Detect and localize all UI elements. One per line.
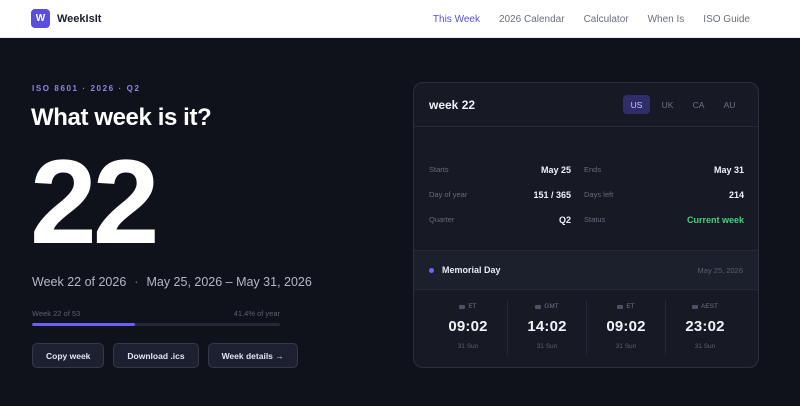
status-badge: Current week (686, 214, 744, 225)
progress-week-label: Week 22 of 53 (32, 309, 81, 318)
stat-label: Ends (584, 165, 602, 174)
region-tabs: US UK CA AU (623, 95, 743, 114)
week-subtitle: Week 22 of 2026 · May 25, 2026 – May 31,… (32, 275, 312, 289)
timezone-time: 09:02 (606, 318, 646, 335)
tab-us[interactable]: US (623, 95, 650, 114)
flag-icon (692, 304, 698, 309)
main-nav: This Week 2026 Calendar Calculator When … (433, 0, 750, 38)
brand-name: WeekIsIt (57, 12, 102, 25)
timezone-item: ET 09:02 31 Sun (429, 300, 508, 355)
stat-label: Status (584, 215, 606, 224)
year-progress-fill (32, 323, 135, 326)
timezone-day: 31 Sun (615, 343, 637, 350)
timezone-label: ET (617, 303, 635, 310)
tab-ca[interactable]: CA (685, 95, 712, 114)
stat-value: May 25 (540, 164, 571, 175)
nav-calculator[interactable]: Calculator (584, 14, 629, 25)
card-title: week 22 (429, 97, 476, 112)
stat-label: Days left (584, 190, 614, 199)
timezone-day: 31 Sun (457, 343, 479, 350)
flag-icon (459, 304, 466, 309)
top-nav-bar: W WeekIsIt This Week 2026 Calendar Calcu… (0, 0, 800, 38)
year-progress-meta: Week 22 of 53 41.4% of year (32, 309, 280, 318)
week-card: week 22 US UK CA AU Starts May 25 Ends M… (413, 82, 759, 368)
week-number: 22 (30, 135, 159, 269)
week-details-button[interactable]: Week details → (207, 343, 298, 368)
nav-2026-calendar[interactable]: 2026 Calendar (499, 14, 565, 25)
progress-percent-label: 41.4% of year (233, 309, 280, 318)
stat-label: Starts (429, 165, 449, 174)
holiday-date: May 25, 2026 (697, 265, 743, 275)
timezone-day: 31 Sun (694, 343, 716, 350)
action-buttons: Copy week Download .ics Week details → (32, 343, 298, 368)
holiday-dot-icon (429, 267, 434, 273)
stat-value: 151 / 365 (533, 189, 571, 200)
stat-day-of-year: Day of year 151 / 365 (429, 182, 584, 207)
stat-quarter: Quarter Q2 (429, 207, 584, 232)
timezone-row: ET 09:02 31 Sun GMT 14:02 31 Sun ET 09:0… (429, 300, 744, 355)
download-ics-button[interactable]: Download .ics (113, 343, 199, 368)
timezone-day: 31 Sun (536, 343, 558, 350)
stat-label: Day of year (429, 190, 468, 199)
stat-status: Status Current week (584, 207, 744, 232)
year-progress-bar (32, 323, 280, 326)
timezone-time: 23:02 (685, 318, 725, 335)
brand-link[interactable]: W WeekIsIt (31, 9, 101, 28)
eyebrow-label: ISO 8601 · 2026 · Q2 (32, 84, 141, 93)
nav-this-week[interactable]: This Week (433, 14, 480, 25)
week-of-year-text: Week 22 of 2026 (32, 275, 127, 289)
week-date-range: May 25, 2026 – May 31, 2026 (146, 275, 312, 289)
page-title: What week is it? (31, 104, 212, 131)
timezone-label: AEST (692, 303, 718, 310)
timezone-label: ET (459, 303, 477, 310)
tab-au[interactable]: AU (716, 95, 743, 114)
nav-when-is[interactable]: When Is (648, 14, 685, 25)
card-header: week 22 US UK CA AU (414, 83, 758, 127)
timezone-item: AEST 23:02 31 Sun (666, 300, 744, 355)
holiday-row: Memorial Day May 25, 2026 (414, 250, 758, 290)
nav-iso-guide[interactable]: ISO Guide (703, 14, 750, 25)
timezone-item: GMT 14:02 31 Sun (508, 300, 587, 355)
timezone-code: AEST (701, 303, 718, 310)
stat-ends: Ends May 31 (584, 157, 744, 182)
stat-value: 214 (728, 189, 744, 200)
tab-uk[interactable]: UK (654, 95, 681, 114)
timezone-time: 14:02 (527, 318, 567, 335)
flag-icon (617, 304, 624, 309)
timezone-code: GMT (544, 303, 559, 310)
stat-value: May 31 (713, 164, 744, 175)
stat-label: Quarter (429, 215, 455, 224)
timezone-item: ET 09:02 31 Sun (587, 300, 666, 355)
timezone-code: ET (468, 303, 477, 310)
timezone-time: 09:02 (448, 318, 488, 335)
timezone-code: ET (626, 303, 635, 310)
timezone-label: GMT (535, 303, 559, 310)
flag-icon (535, 304, 542, 309)
copy-week-button[interactable]: Copy week (32, 343, 105, 368)
logo-icon: W (31, 9, 50, 28)
stat-value: Q2 (558, 214, 571, 225)
subtitle-separator: · (134, 275, 139, 289)
week-stats-grid: Starts May 25 Ends May 31 Day of year 15… (429, 157, 744, 232)
stat-starts: Starts May 25 (429, 157, 584, 182)
holiday-name: Memorial Day (442, 265, 501, 275)
stat-days-left: Days left 214 (584, 182, 744, 207)
